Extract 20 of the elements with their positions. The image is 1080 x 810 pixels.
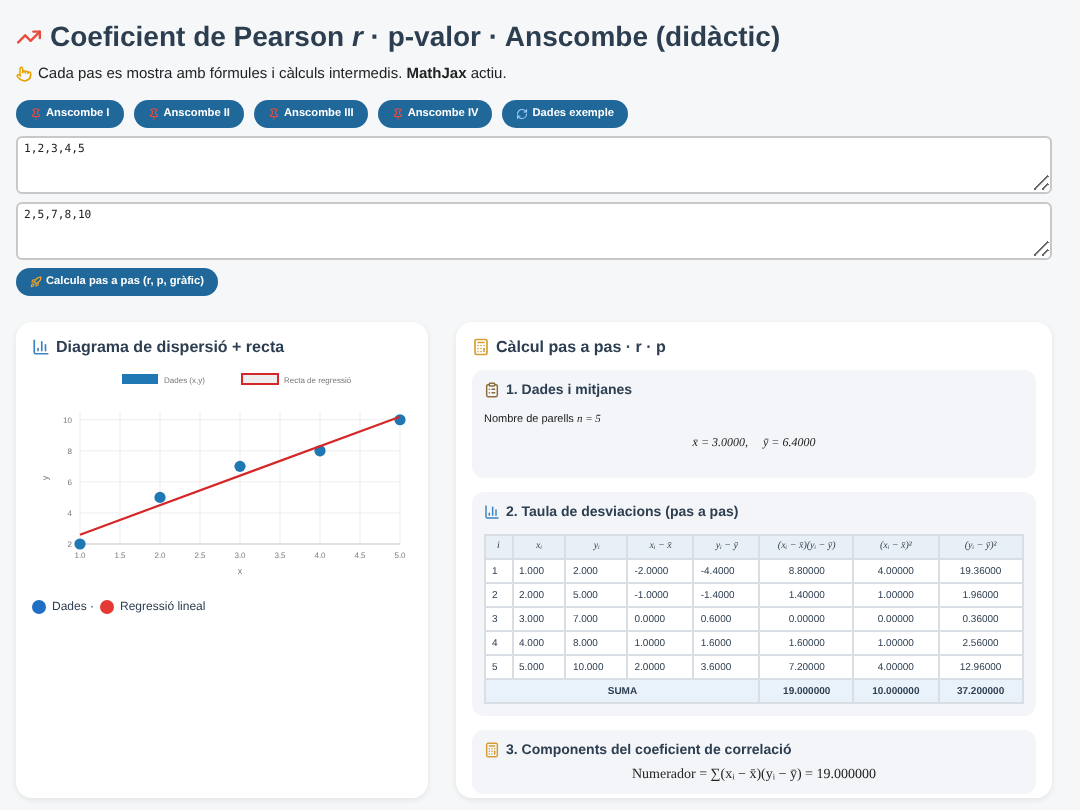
- pin-icon: [391, 108, 404, 120]
- bar-chart-icon: [32, 338, 50, 356]
- page-title: Coeficient de Pearson r · p-valor · Anscombe (didàctic): [50, 20, 781, 52]
- pin-icon: [267, 108, 280, 120]
- data-point: [314, 445, 326, 457]
- rocket-icon: [30, 276, 42, 288]
- card-title: Càlcul pas a pas · r · p: [496, 338, 666, 356]
- clipboard-icon: [484, 382, 500, 398]
- pin-icon: [30, 108, 42, 120]
- pointing-hand-icon: [16, 65, 32, 81]
- calculator-icon: [484, 742, 500, 758]
- calculator-icon: [472, 338, 490, 356]
- card-title: Diagrama de dispersió + recta: [56, 338, 285, 356]
- refresh-icon: [516, 108, 529, 120]
- data-point: [394, 414, 406, 426]
- data-point: [74, 538, 86, 550]
- data-point: [154, 491, 166, 503]
- data-point: [234, 460, 246, 472]
- pin-icon: [147, 108, 160, 120]
- bar-chart-icon: [484, 504, 500, 520]
